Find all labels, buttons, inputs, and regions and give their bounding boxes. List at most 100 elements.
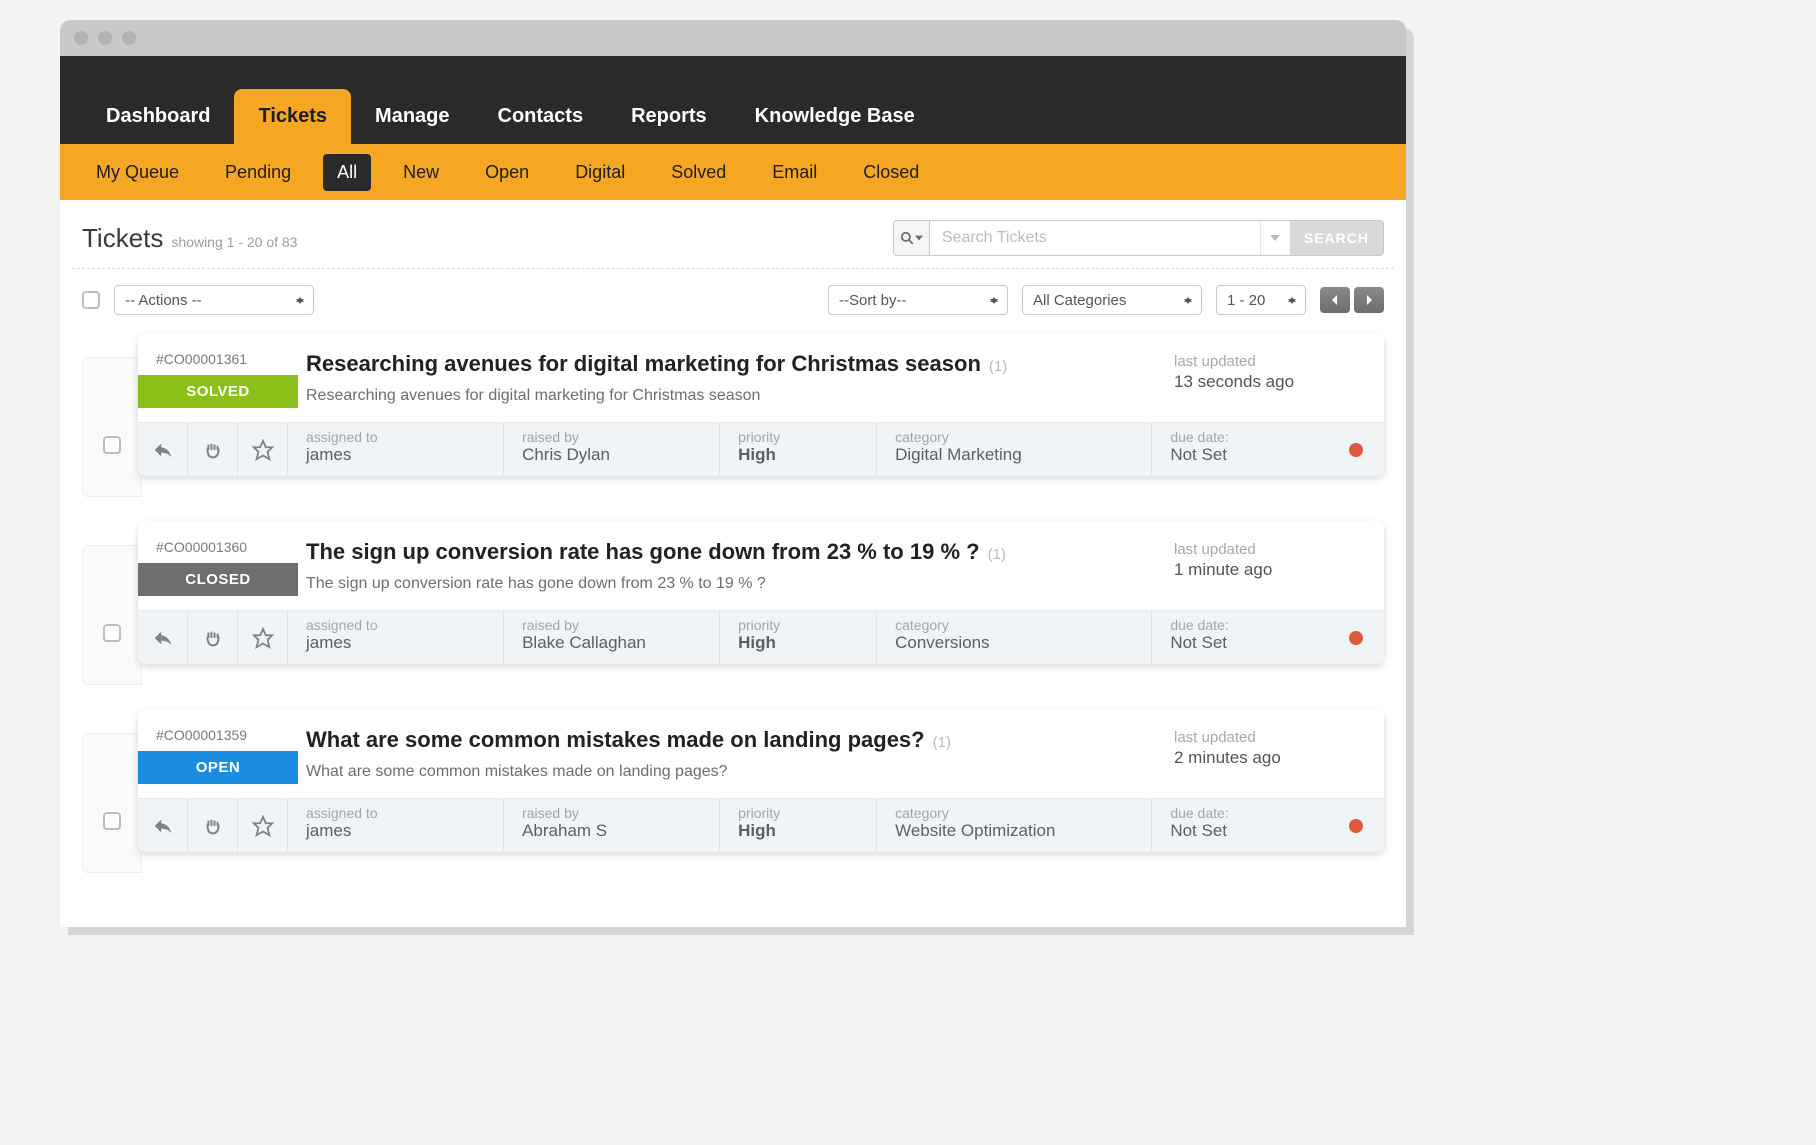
due-date-label: due date:	[1170, 805, 1328, 821]
subtab-open[interactable]: Open	[471, 154, 543, 191]
last-updated-label: last updated	[1174, 353, 1364, 370]
ticket-select-checkbox[interactable]	[103, 436, 121, 454]
nav-tab-tickets[interactable]: Tickets	[234, 89, 351, 144]
assigned-to-label: assigned to	[306, 805, 503, 821]
range-dropdown-label: 1 - 20	[1227, 292, 1265, 309]
assigned-to-value: james	[306, 633, 503, 653]
next-page-button[interactable]	[1354, 287, 1384, 313]
star-icon[interactable]	[238, 423, 288, 476]
grab-icon[interactable]	[188, 423, 238, 476]
search-dropdown-icon[interactable]	[1260, 221, 1290, 255]
nav-tab-dashboard[interactable]: Dashboard	[82, 89, 234, 144]
ticket-select-checkbox[interactable]	[103, 624, 121, 642]
ticket-card[interactable]: #CO00001361 SOLVED Researching avenues f…	[138, 333, 1384, 476]
raised-by-value: Blake Callaghan	[522, 633, 719, 653]
ticket-list: #CO00001361 SOLVED Researching avenues f…	[60, 323, 1406, 927]
assigned-to-label: assigned to	[306, 429, 503, 445]
category-dropdown[interactable]: All Categories	[1022, 285, 1202, 315]
window-controls-bar	[60, 20, 1406, 56]
page-subtitle: showing 1 - 20 of 83	[171, 234, 297, 250]
due-date-label: due date:	[1170, 617, 1328, 633]
search-input[interactable]	[930, 221, 1260, 255]
status-dot	[1328, 611, 1384, 664]
raised-by-value: Chris Dylan	[522, 445, 719, 465]
priority-label: priority	[738, 617, 876, 633]
page-title: Tickets	[82, 223, 163, 254]
raised-by-label: raised by	[522, 805, 719, 821]
priority-value: High	[738, 445, 876, 465]
ticket-row: #CO00001361 SOLVED Researching avenues f…	[82, 333, 1384, 497]
ticket-desc: What are some common mistakes made on la…	[306, 763, 1174, 781]
select-all-checkbox[interactable]	[82, 291, 100, 309]
subtab-email[interactable]: Email	[758, 154, 831, 191]
ticket-row: #CO00001359 OPEN What are some common mi…	[82, 709, 1384, 873]
subtab-my-queue[interactable]: My Queue	[82, 154, 193, 191]
assigned-to-value: james	[306, 821, 503, 841]
maximize-icon[interactable]	[122, 31, 136, 45]
ticket-card[interactable]: #CO00001359 OPEN What are some common mi…	[138, 709, 1384, 852]
content-header: Tickets showing 1 - 20 of 83 SEARCH	[72, 200, 1394, 269]
due-date-label: due date:	[1170, 429, 1328, 445]
star-icon[interactable]	[238, 611, 288, 664]
grab-icon[interactable]	[188, 799, 238, 852]
last-updated-value: 2 minutes ago	[1174, 748, 1364, 768]
ticket-count: (1)	[988, 546, 1006, 563]
secondary-nav: My Queue Pending All New Open Digital So…	[60, 144, 1406, 200]
status-badge: SOLVED	[138, 375, 298, 408]
sort-dropdown-label: --Sort by--	[839, 292, 907, 309]
ticket-id: #CO00001360	[138, 539, 298, 563]
ticket-side	[82, 733, 142, 873]
ticket-side	[82, 357, 142, 497]
ticket-row: #CO00001360 CLOSED The sign up conversio…	[82, 521, 1384, 685]
reply-icon[interactable]	[138, 423, 188, 476]
nav-tab-contacts[interactable]: Contacts	[474, 89, 608, 144]
list-toolbar: -- Actions -- --Sort by-- All Categories…	[60, 269, 1406, 323]
last-updated-label: last updated	[1174, 541, 1364, 558]
stepper-icon	[987, 297, 1001, 304]
browser-frame: Dashboard Tickets Manage Contacts Report…	[60, 20, 1406, 927]
primary-nav: Dashboard Tickets Manage Contacts Report…	[60, 56, 1406, 144]
raised-by-value: Abraham S	[522, 821, 719, 841]
ticket-card[interactable]: #CO00001360 CLOSED The sign up conversio…	[138, 521, 1384, 664]
stepper-icon	[293, 297, 307, 304]
ticket-title[interactable]: Researching avenues for digital marketin…	[306, 351, 981, 377]
priority-label: priority	[738, 429, 876, 445]
subtab-new[interactable]: New	[389, 154, 453, 191]
last-updated-label: last updated	[1174, 729, 1364, 746]
assigned-to-label: assigned to	[306, 617, 503, 633]
search-button[interactable]: SEARCH	[1290, 221, 1383, 255]
ticket-desc: Researching avenues for digital marketin…	[306, 387, 1174, 405]
ticket-desc: The sign up conversion rate has gone dow…	[306, 575, 1174, 593]
close-icon[interactable]	[74, 31, 88, 45]
actions-dropdown[interactable]: -- Actions --	[114, 285, 314, 315]
subtab-all[interactable]: All	[323, 154, 371, 191]
ticket-id: #CO00001361	[138, 351, 298, 375]
reply-icon[interactable]	[138, 799, 188, 852]
subtab-digital[interactable]: Digital	[561, 154, 639, 191]
grab-icon[interactable]	[188, 611, 238, 664]
subtab-closed[interactable]: Closed	[849, 154, 933, 191]
category-value: Website Optimization	[895, 821, 1151, 841]
ticket-select-checkbox[interactable]	[103, 812, 121, 830]
nav-tab-manage[interactable]: Manage	[351, 89, 473, 144]
reply-icon[interactable]	[138, 611, 188, 664]
sort-dropdown[interactable]: --Sort by--	[828, 285, 1008, 315]
minimize-icon[interactable]	[98, 31, 112, 45]
search-icon[interactable]	[894, 221, 930, 255]
due-date-value: Not Set	[1170, 633, 1328, 653]
ticket-count: (1)	[989, 358, 1007, 375]
range-dropdown[interactable]: 1 - 20	[1216, 285, 1306, 315]
ticket-title[interactable]: What are some common mistakes made on la…	[306, 727, 925, 753]
ticket-title[interactable]: The sign up conversion rate has gone dow…	[306, 539, 980, 565]
subtab-solved[interactable]: Solved	[657, 154, 740, 191]
prev-page-button[interactable]	[1320, 287, 1350, 313]
raised-by-label: raised by	[522, 429, 719, 445]
subtab-pending[interactable]: Pending	[211, 154, 305, 191]
due-date-value: Not Set	[1170, 445, 1328, 465]
category-label: category	[895, 805, 1151, 821]
nav-tab-reports[interactable]: Reports	[607, 89, 731, 144]
star-icon[interactable]	[238, 799, 288, 852]
category-value: Digital Marketing	[895, 445, 1151, 465]
nav-tab-knowledge-base[interactable]: Knowledge Base	[731, 89, 939, 144]
search-container: SEARCH	[893, 220, 1384, 256]
